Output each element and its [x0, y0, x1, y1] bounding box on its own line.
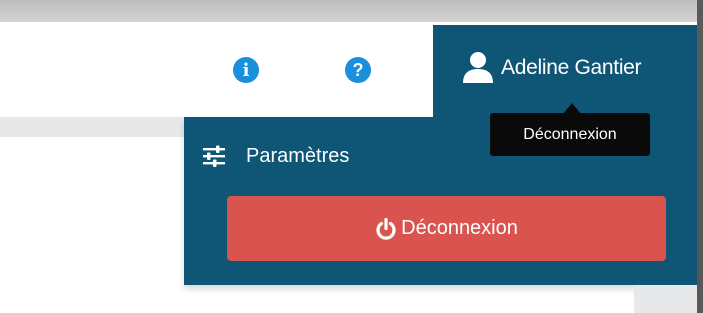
- app-viewport: i ? Adeline Gantier Paramètres Déconnexi…: [0, 0, 703, 313]
- user-icon: [463, 52, 493, 83]
- info-icon[interactable]: i: [233, 57, 259, 83]
- sliders-icon: [203, 145, 225, 167]
- browser-top-strip: [0, 0, 703, 22]
- settings-label: Paramètres: [246, 144, 350, 167]
- user-name: Adeline Gantier: [501, 56, 642, 79]
- right-edge-strip: [697, 0, 703, 313]
- logout-label: Déconnexion: [401, 217, 518, 239]
- content-toolbar-strip: [0, 117, 185, 137]
- help-icon[interactable]: ?: [345, 57, 371, 83]
- tooltip-text: Déconnexion: [523, 125, 617, 143]
- settings-menu-item[interactable]: Paramètres: [202, 138, 402, 174]
- power-icon: [376, 217, 396, 240]
- page-background-strip: [634, 285, 697, 313]
- logout-tooltip: Déconnexion: [490, 113, 650, 156]
- logout-button[interactable]: Déconnexion: [227, 196, 666, 261]
